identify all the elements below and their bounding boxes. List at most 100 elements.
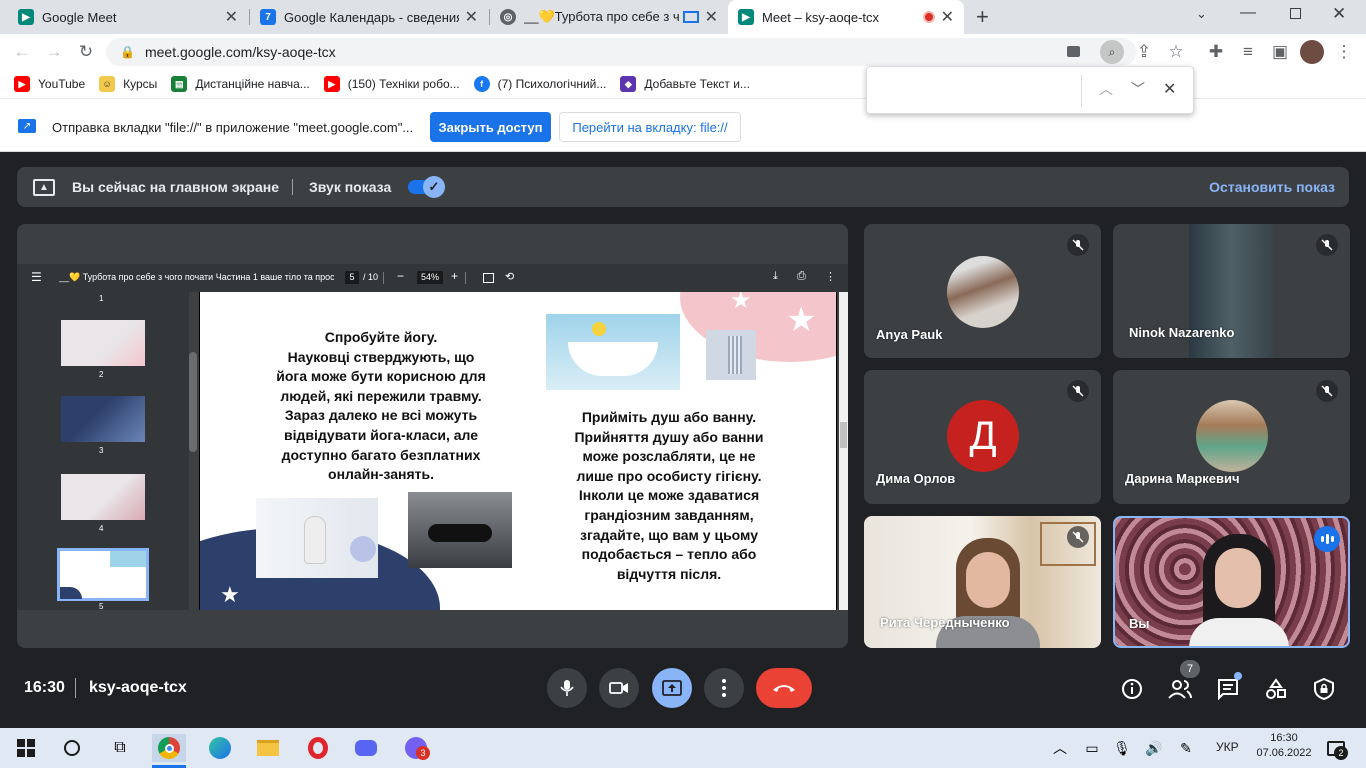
- bookmark-techniques[interactable]: ▶ (150) Техніки робо...: [323, 76, 460, 92]
- present-now-button[interactable]: [652, 668, 692, 708]
- side-panel-icon[interactable]: ▣: [1268, 40, 1292, 64]
- find-icon[interactable]: ⌕: [1100, 40, 1124, 64]
- bookmark-distance-learning[interactable]: ▤ Дистанційне навча...: [171, 76, 310, 92]
- bookmark-star-icon[interactable]: ☆: [1164, 40, 1188, 64]
- bookmark-add-text[interactable]: ◆ Добавьте Текст и...: [620, 76, 750, 92]
- new-tab-button[interactable]: +: [976, 4, 989, 30]
- activities-button[interactable]: [1263, 676, 1289, 702]
- language-indicator[interactable]: УКР: [1216, 740, 1239, 754]
- find-previous-icon[interactable]: ︿: [1099, 79, 1113, 99]
- file-explorer-icon[interactable]: [254, 734, 282, 762]
- bookmark-courses[interactable]: ☺ Курсы: [99, 76, 157, 92]
- people-icon: [1168, 680, 1192, 699]
- menu-kebab-icon[interactable]: ⋮: [1332, 40, 1356, 64]
- shared-screen-stage: ☰ __💛 Турбота про себе з чого почати Час…: [17, 224, 848, 648]
- camera-button[interactable]: [599, 668, 639, 708]
- volume-icon[interactable]: 🔊: [1140, 734, 1168, 762]
- pdf-page-input[interactable]: 5: [345, 271, 359, 284]
- profile-avatar[interactable]: [1300, 40, 1324, 64]
- thumbnail-page-5-selected[interactable]: [57, 548, 149, 601]
- close-window-icon[interactable]: ✕: [1332, 4, 1346, 24]
- zoom-out-icon[interactable]: −: [397, 269, 404, 283]
- rotate-icon[interactable]: ⟲: [505, 270, 514, 283]
- tray-microphone-icon[interactable]: 🎙: [1108, 734, 1136, 762]
- reload-icon[interactable]: ↻: [74, 40, 98, 64]
- tab-pdf-document[interactable]: ◎ __💛Турбота про себе з чо ✕: [490, 0, 728, 34]
- present-audio-toggle[interactable]: ✓: [408, 176, 445, 198]
- pdf-menu-icon[interactable]: ☰: [31, 270, 42, 284]
- fit-page-icon[interactable]: [483, 273, 494, 283]
- tray-overflow-icon[interactable]: ︿: [1046, 734, 1074, 762]
- participant-tile-dima-orlov[interactable]: Д Дима Орлов: [864, 370, 1101, 504]
- find-close-icon[interactable]: ✕: [1163, 79, 1176, 99]
- print-icon[interactable]: ⎙: [797, 270, 806, 283]
- stop-presenting-button[interactable]: Остановить показ: [1209, 179, 1335, 195]
- check-icon: ✓: [423, 176, 445, 198]
- avatar-initial: Д: [947, 400, 1019, 472]
- close-tab-icon[interactable]: ✕: [225, 7, 238, 27]
- stop-sharing-button[interactable]: Закрыть доступ: [430, 112, 551, 142]
- pdf-scrollbar[interactable]: [839, 292, 848, 610]
- tab-title: __💛Турбота про себе з чо: [524, 9, 679, 24]
- tab-google-calendar[interactable]: 7 Google Календарь - сведения о ✕: [250, 0, 488, 34]
- close-tab-icon[interactable]: ✕: [941, 7, 954, 27]
- slide-shower-text: Прийміть душ або ванну. Прийняття душу а…: [574, 409, 764, 582]
- find-input[interactable]: [875, 77, 1079, 103]
- minimize-icon[interactable]: —: [1240, 4, 1256, 22]
- thumbnail-page-4[interactable]: [61, 474, 145, 520]
- search-icon[interactable]: [58, 734, 86, 762]
- microphone-button[interactable]: [547, 668, 587, 708]
- windows-taskbar: ⧉ 3 ︿ ▭ 🎙 🔊 ✎ УКР 16:30 07.06.2022 2: [0, 728, 1366, 768]
- tab-title: Google Meet: [42, 9, 117, 25]
- thumbnail-page-3[interactable]: [61, 396, 145, 442]
- switch-to-tab-button[interactable]: Перейти на вкладку: file://: [559, 112, 741, 142]
- star-icon: ★: [730, 292, 752, 314]
- tab-google-meet[interactable]: ▶ Google Meet ✕: [8, 0, 248, 34]
- tab-search-icon[interactable]: ⌄: [1196, 6, 1207, 22]
- speaking-indicator-icon: [1314, 526, 1340, 552]
- address-bar[interactable]: 🔒 meet.google.com/ksy-aoqe-tcx ⌕: [106, 38, 1136, 66]
- edge-taskbar-icon[interactable]: [206, 734, 234, 762]
- media-control-icon[interactable]: ≡: [1236, 40, 1260, 64]
- pdf-thumbnails: 1 2 3 4 5: [17, 292, 197, 611]
- discord-taskbar-icon[interactable]: [352, 734, 380, 762]
- call-time: 16:30: [24, 679, 65, 696]
- bookmark-psychology[interactable]: f (7) Психологічний...: [473, 76, 606, 92]
- host-controls-button[interactable]: [1311, 676, 1337, 702]
- thumbnail-page-2[interactable]: [61, 320, 145, 366]
- opera-taskbar-icon[interactable]: [304, 734, 332, 762]
- pdf-zoom-input[interactable]: 54%: [417, 271, 443, 284]
- close-tab-icon[interactable]: ✕: [465, 7, 478, 27]
- meeting-code[interactable]: ksy-aoqe-tcx: [89, 679, 187, 697]
- extensions-icon[interactable]: ✚: [1204, 40, 1228, 64]
- share-icon[interactable]: ⇪: [1132, 40, 1156, 64]
- pdf-more-icon[interactable]: ⋮: [825, 270, 836, 283]
- back-icon[interactable]: ←: [10, 40, 34, 64]
- camera-in-use-icon[interactable]: [1067, 46, 1080, 57]
- people-button[interactable]: [1167, 676, 1193, 702]
- tray-clock[interactable]: 16:30 07.06.2022: [1256, 732, 1312, 759]
- participant-tile-you[interactable]: Вы: [1113, 516, 1350, 648]
- meeting-details-button[interactable]: [1119, 676, 1145, 702]
- participant-tile-rita-cherednychenko[interactable]: Рита Чередныченко: [864, 516, 1101, 648]
- bookmark-youtube[interactable]: ▶ YouTube: [14, 76, 85, 92]
- forward-icon[interactable]: →: [42, 40, 66, 64]
- participant-tile-darina-markevich[interactable]: Дарина Маркевич: [1113, 370, 1350, 504]
- task-view-icon[interactable]: ⧉: [106, 734, 134, 762]
- download-icon[interactable]: ⤓: [773, 270, 778, 283]
- mic-off-icon: [1316, 234, 1338, 256]
- battery-icon[interactable]: ▭: [1078, 734, 1106, 762]
- windows-start-icon[interactable]: [12, 734, 40, 762]
- find-next-icon[interactable]: ﹀: [1131, 79, 1145, 99]
- zoom-in-icon[interactable]: +: [451, 269, 458, 283]
- pen-icon[interactable]: ✎: [1172, 734, 1200, 762]
- leave-call-button[interactable]: [756, 668, 812, 708]
- thumbnails-scrollbar[interactable]: [189, 352, 197, 452]
- restore-icon[interactable]: [1290, 8, 1301, 19]
- close-tab-icon[interactable]: ✕: [705, 7, 718, 27]
- participant-tile-anya-pauk[interactable]: Anya Pauk: [864, 224, 1101, 358]
- more-options-button[interactable]: [704, 668, 744, 708]
- participant-tile-ninok-nazarenko[interactable]: Ninok Nazarenko: [1113, 224, 1350, 358]
- chrome-taskbar-icon[interactable]: [152, 734, 186, 762]
- tab-meet-active[interactable]: ▶ Meet – ksy-aoqe-tcx ✕: [728, 0, 964, 34]
